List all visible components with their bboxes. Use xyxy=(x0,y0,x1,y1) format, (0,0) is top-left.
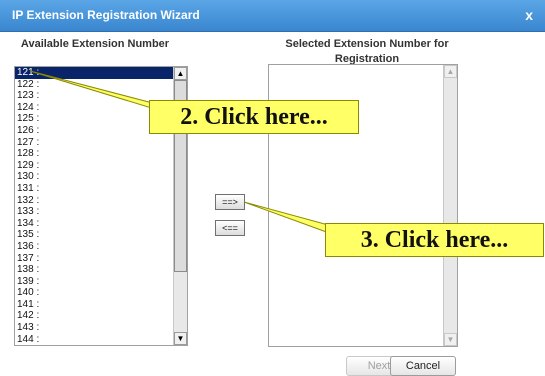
selected-header: Selected Extension Number for Registrati… xyxy=(272,37,462,67)
title-bar: IP Extension Registration Wizard x xyxy=(0,0,545,32)
selected-header-line1: Selected Extension Number for xyxy=(285,38,449,50)
extension-list-item[interactable]: 143 : xyxy=(15,322,173,334)
extension-list-item[interactable]: 135 : xyxy=(15,229,173,241)
extension-list-item[interactable]: 142 : xyxy=(15,310,173,322)
extension-list-item[interactable]: 132 : xyxy=(15,195,173,207)
scroll-down-arrow-icon[interactable]: ▼ xyxy=(444,333,457,346)
extension-list-item[interactable]: 139 : xyxy=(15,276,173,288)
window-title: IP Extension Registration Wizard xyxy=(12,8,200,22)
extension-list-item[interactable]: 127 : xyxy=(15,137,173,149)
remove-extension-button[interactable]: <== xyxy=(215,220,245,236)
scroll-down-arrow-icon[interactable]: ▼ xyxy=(174,332,187,345)
extension-list-item[interactable]: 133 : xyxy=(15,206,173,218)
selected-scrollbar[interactable]: ▲ ▼ xyxy=(443,65,457,346)
extension-list-item[interactable]: 121 : xyxy=(15,67,173,79)
extension-list-item[interactable]: 136 : xyxy=(15,241,173,253)
extension-list-item[interactable]: 138 : xyxy=(15,264,173,276)
add-extension-button[interactable]: ==> xyxy=(215,194,245,210)
extension-list-item[interactable]: 128 : xyxy=(15,148,173,160)
close-icon[interactable]: x xyxy=(525,6,533,24)
extension-list-item[interactable]: 140 : xyxy=(15,287,173,299)
extension-list-item[interactable]: 144 : xyxy=(15,334,173,345)
callout-2: 3. Click here... xyxy=(325,223,544,257)
extension-list-item[interactable]: 145 : xyxy=(15,345,173,346)
scroll-up-arrow-icon[interactable]: ▲ xyxy=(444,65,457,78)
callout-1: 2. Click here... xyxy=(149,100,359,134)
extension-list-item[interactable]: 130 : xyxy=(15,171,173,183)
extension-list-item[interactable]: 129 : xyxy=(15,160,173,172)
extension-list-item[interactable]: 141 : xyxy=(15,299,173,311)
cancel-button[interactable]: Cancel xyxy=(390,356,456,376)
extension-list-item[interactable]: 134 : xyxy=(15,218,173,230)
scroll-up-arrow-icon[interactable]: ▲ xyxy=(174,67,187,80)
available-header: Available Extension Number xyxy=(20,38,170,50)
extension-list-item[interactable]: 137 : xyxy=(15,253,173,265)
extension-list-item[interactable]: 122 : xyxy=(15,79,173,91)
extension-list-item[interactable]: 131 : xyxy=(15,183,173,195)
